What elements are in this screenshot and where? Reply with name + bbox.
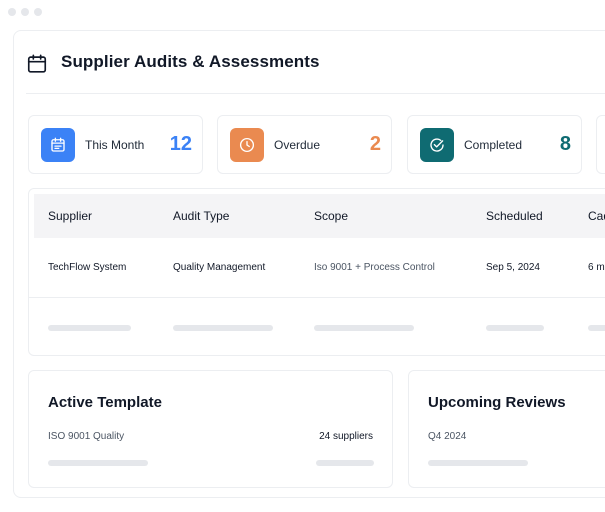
supplier-count: 24 suppliers [319, 431, 373, 442]
skeleton-line [428, 460, 528, 466]
page-title: Supplier Audits & Assessments [61, 52, 320, 71]
calendar-icon [41, 128, 75, 162]
window-controls [8, 8, 42, 16]
active-template-card[interactable]: Active Template ISO 9001 Quality 24 supp… [28, 370, 393, 488]
cell-scheduled: Sep 5, 2024 [486, 262, 540, 273]
column-header-audit-type[interactable]: Audit Type [173, 209, 229, 223]
upcoming-reviews-card[interactable]: Upcoming Reviews Q4 2024 [408, 370, 605, 488]
clock-icon [230, 128, 264, 162]
card-subtitle: Q4 2024 [428, 431, 467, 442]
column-header-cadence[interactable]: Cad [588, 209, 605, 223]
window-dot[interactable] [34, 8, 42, 16]
skeleton-line [314, 325, 414, 331]
cell-scope: Iso 9001 + Process Control [314, 262, 435, 273]
card-subtitle: ISO 9001 Quality [48, 431, 125, 442]
stat-value: 8 [559, 133, 571, 155]
stat-label: Completed [464, 138, 523, 152]
skeleton-line [48, 325, 131, 331]
table-row[interactable]: TechFlow System Quality Management Iso 9… [29, 238, 605, 298]
card-title: Active Template [48, 394, 162, 411]
skeleton-line [316, 460, 374, 466]
skeleton-line [173, 325, 273, 331]
stat-value: 12 [169, 133, 192, 155]
column-header-supplier[interactable]: Supplier [48, 209, 92, 223]
header-divider [26, 93, 605, 94]
stat-label: Overdue [274, 138, 321, 152]
page-header: Supplier Audits & Assessments [14, 31, 605, 94]
window-dot[interactable] [8, 8, 16, 16]
app-window: Supplier Audits & Assessments This Month… [13, 30, 605, 498]
stat-card-partial[interactable] [596, 115, 605, 174]
cell-audit-type: Quality Management [173, 262, 266, 273]
card-title: Upcoming Reviews [428, 394, 566, 411]
audits-table: Supplier Audit Type Scope Scheduled Cad … [28, 188, 605, 356]
stat-value: 2 [369, 133, 381, 155]
cell-supplier: TechFlow System [48, 262, 127, 273]
stat-label: This Month [85, 138, 145, 152]
check-circle-icon [420, 128, 454, 162]
window-dot[interactable] [21, 8, 29, 16]
skeleton-line [588, 325, 605, 331]
cell-cadence: 6 m [588, 262, 605, 273]
stat-card-overdue[interactable]: Overdue 2 [217, 115, 392, 174]
column-header-scope[interactable]: Scope [314, 209, 348, 223]
column-header-scheduled[interactable]: Scheduled [486, 209, 543, 223]
stat-card-completed[interactable]: Completed 8 [407, 115, 582, 174]
stat-card-this-month[interactable]: This Month 12 [28, 115, 203, 174]
table-header: Supplier Audit Type Scope Scheduled Cad [34, 194, 605, 238]
skeleton-line [486, 325, 544, 331]
skeleton-line [48, 460, 148, 466]
calendar-icon [27, 54, 47, 73]
